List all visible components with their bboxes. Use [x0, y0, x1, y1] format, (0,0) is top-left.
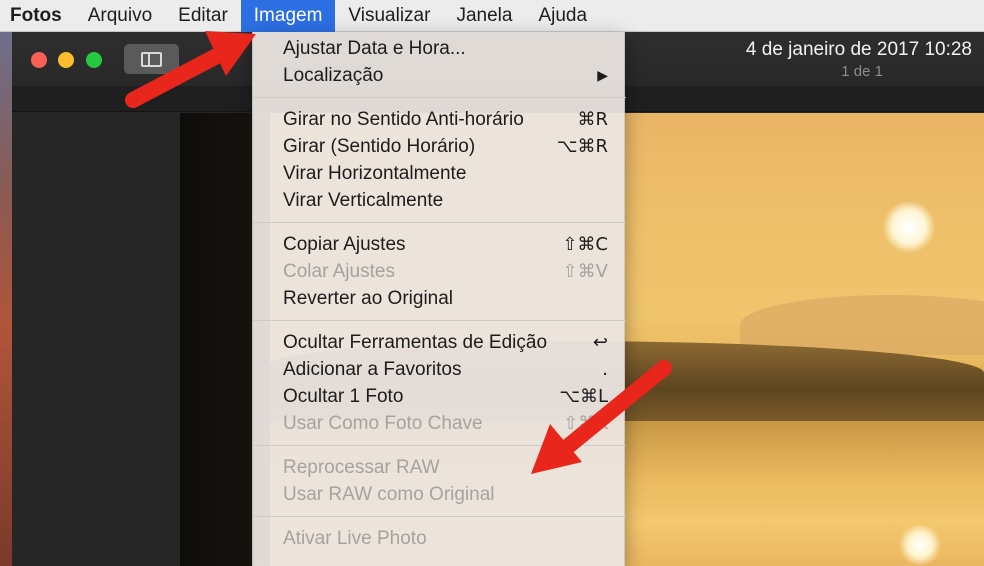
menu-item[interactable]: Ocultar Ferramentas de Edição ↩	[253, 329, 626, 356]
menu-visualizar[interactable]: Visualizar	[335, 0, 443, 32]
menu-item-label: Ativar Live Photo	[283, 528, 427, 549]
menu-item[interactable]: Virar Horizontalmente	[253, 160, 626, 187]
desktop-background	[0, 32, 12, 566]
photo-sun	[883, 201, 935, 253]
menu-item-label: Reprocessar RAW	[283, 457, 440, 478]
menu-item-shortcut: ↩	[592, 332, 608, 353]
menu-item-label: Ocultar 1 Foto	[283, 386, 404, 407]
menu-item-label: Girar (Sentido Horário)	[283, 136, 476, 157]
menu-item[interactable]: Adicionar a Favoritos.	[253, 356, 626, 383]
menu-item-label: Virar Verticalmente	[283, 190, 444, 211]
menu-item-shortcut: ⌥⌘R	[556, 136, 608, 157]
minimize-button[interactable]	[58, 52, 74, 68]
menu-janela[interactable]: Janela	[443, 0, 525, 32]
menu-item-shortcut: .	[602, 359, 608, 380]
menu-item-label: Usar RAW como Original	[283, 484, 495, 505]
menu-item[interactable]: Copiar Ajustes ⇧⌘C	[253, 231, 626, 258]
sidebar-icon	[141, 52, 162, 67]
menu-item-label: Virar Horizontalmente	[283, 163, 467, 184]
photo-count: 1 de 1	[841, 63, 883, 80]
menu-item[interactable]: Reverter ao Original	[253, 285, 626, 312]
submenu-arrow-icon: ▶	[597, 67, 608, 83]
menu-item-label: Colar Ajustes	[283, 261, 395, 282]
menu-ajuda[interactable]: Ajuda	[525, 0, 600, 32]
menu-item[interactable]: Virar Verticalmente	[253, 187, 626, 214]
sidebar-pane	[12, 113, 180, 566]
menu-item-label: Ajustar Data e Hora...	[283, 38, 466, 59]
menu-item-label: Copiar Ajustes	[283, 234, 406, 255]
menu-separator	[253, 445, 626, 446]
menu-editar[interactable]: Editar	[165, 0, 241, 32]
menu-item[interactable]: Ocultar 1 Foto ⌥⌘L	[253, 383, 626, 410]
menu-item-label: Girar no Sentido Anti-horário	[283, 109, 524, 130]
menu-item-shortcut: ⇧⌘K	[563, 413, 608, 434]
menu-imagem[interactable]: Imagem	[240, 0, 336, 32]
menu-item-label: Adicionar a Favoritos	[283, 359, 462, 380]
menu-item[interactable]: Localização ▶	[253, 62, 626, 89]
menu-item[interactable]: Usar Como Foto Chave ⇧⌘K	[253, 410, 626, 437]
menu-item-label: Usar Como Foto Chave	[283, 413, 483, 434]
menu-item[interactable]: Girar no Sentido Anti-horário ⌘R	[253, 106, 626, 133]
menu-item-label: Reverter ao Original	[283, 288, 454, 309]
menu-item-label: Localização	[283, 65, 384, 86]
photo-sun-reflection	[898, 525, 942, 565]
menu-item[interactable]: Reprocessar RAW	[253, 454, 626, 481]
menu-separator	[253, 320, 626, 321]
menu-item-shortcut: ⌘R	[577, 109, 608, 130]
menu-item[interactable]: Ativar Live Photo	[253, 525, 626, 552]
menu-separator	[253, 222, 626, 223]
close-button[interactable]	[31, 52, 47, 68]
menu-item[interactable]: Girar (Sentido Horário) ⌥⌘R	[253, 133, 626, 160]
fullscreen-button[interactable]	[86, 52, 102, 68]
menu-separator	[253, 97, 626, 98]
menu-separator	[253, 516, 626, 517]
imagem-menu-dropdown: Ajustar Data e Hora... Localização ▶ Girar …	[252, 32, 626, 566]
menu-item[interactable]: Colar Ajustes ⇧⌘V	[253, 258, 626, 285]
menu-item[interactable]: Ajustar Data e Hora...	[253, 35, 626, 62]
photo-date-title: 4 de janeiro de 2017 10:28	[745, 39, 972, 60]
menu-arquivo[interactable]: Arquivo	[75, 0, 165, 32]
toggle-sidebar-button[interactable]	[124, 44, 179, 74]
menu-item-shortcut: ⇧⌘V	[562, 261, 608, 282]
menu-item-shortcut: ⇧⌘C	[562, 234, 608, 255]
menu-fotos[interactable]: Fotos	[0, 0, 75, 32]
menu-bar: Fotos Arquivo Editar Imagem Visualizar J…	[0, 0, 984, 32]
menu-item-shortcut: ⌥⌘L	[559, 386, 608, 407]
menu-item[interactable]: Usar RAW como Original	[253, 481, 626, 508]
menu-item-label: Ocultar Ferramentas de Edição	[283, 332, 548, 353]
